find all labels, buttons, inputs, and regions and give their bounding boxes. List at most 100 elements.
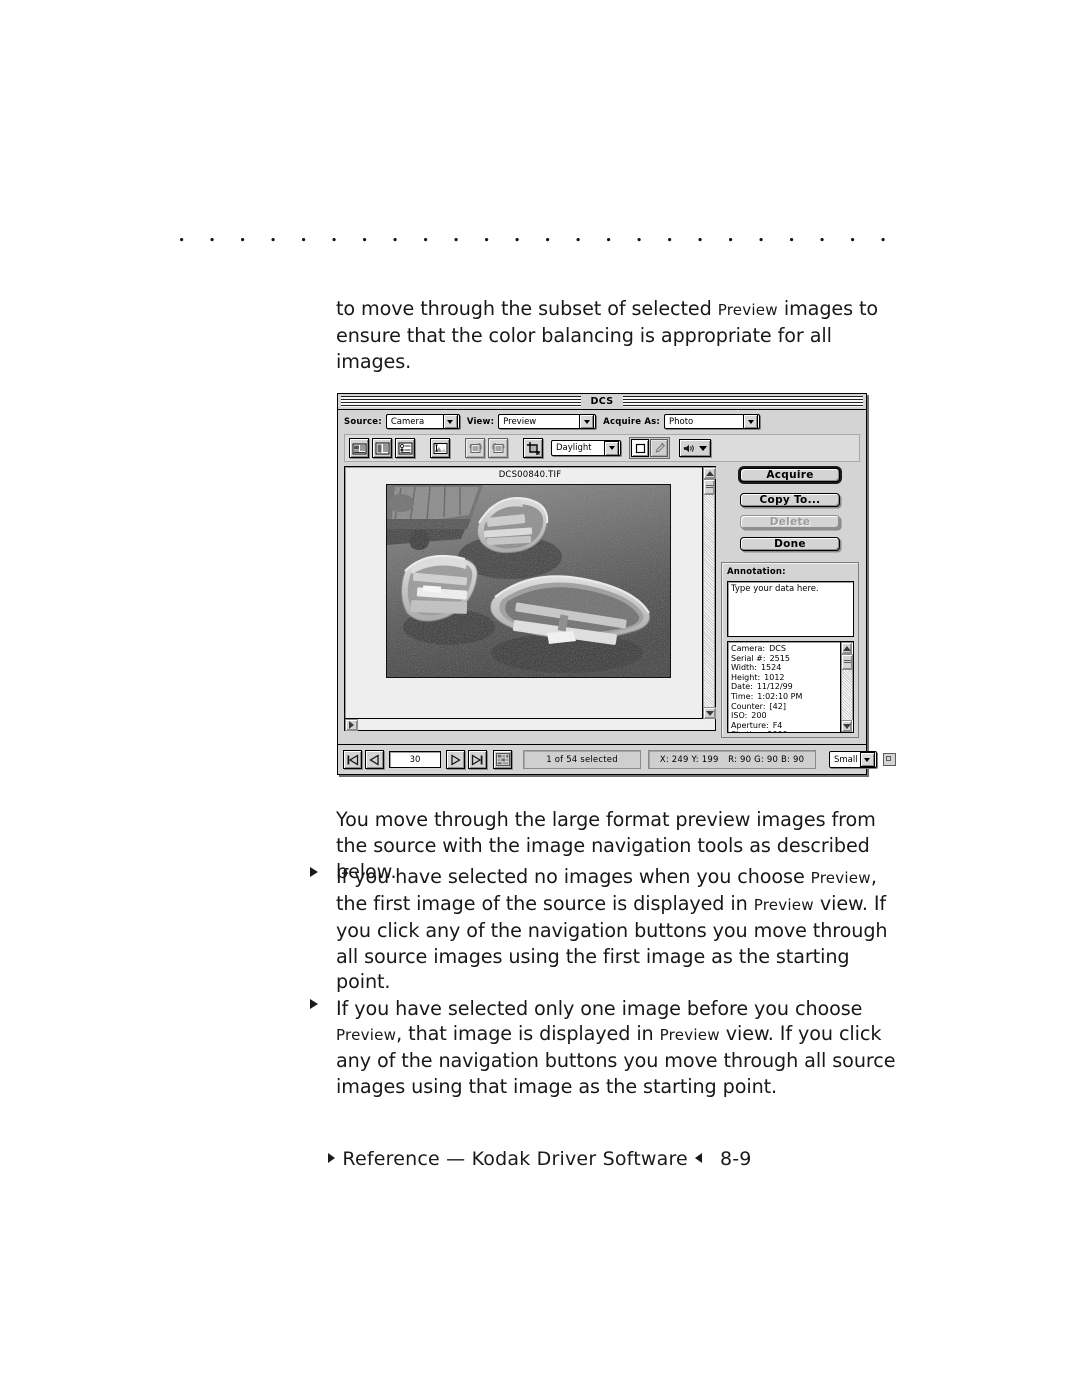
metadata-key: Width: [731,663,757,673]
smallcaps-preview: Preview [810,869,871,887]
dialog-popup-row: Source: Camera View: Preview Acquire As:… [338,410,866,429]
bullet-list: If you have selected no images when you … [306,864,906,1101]
vertical-scroll-thumb[interactable] [703,479,715,495]
metadata-row: Aperture: F4 [731,721,840,731]
metadata-value: DCS [769,644,786,653]
view-value: Preview [503,416,537,427]
triangle-left-icon [694,1153,702,1163]
preferences-icon[interactable] [395,438,415,458]
view-select[interactable]: Preview [498,414,597,429]
dialog-toolbar: Daylight [344,434,860,462]
acquire-as-value: Photo [669,416,694,427]
scroll-right-icon[interactable] [345,719,358,731]
metadata-key: Date: [731,682,753,692]
smallcaps-preview: Preview [659,1026,720,1045]
dotted-rule-decoration [180,238,896,242]
camera-settings-icon[interactable] [349,438,369,458]
dialog-title: DCS [581,396,623,407]
metadata-row: Width: 1524 [731,663,840,673]
crop-icon[interactable] [523,438,543,458]
source-value: Camera [390,416,425,427]
metadata-value: [42] [769,701,786,711]
eyedropper-icon[interactable] [650,439,668,457]
size-select[interactable]: Small [829,751,877,768]
white-balance-select[interactable]: Daylight [551,440,621,456]
scroll-down-icon[interactable] [841,720,852,732]
next-image-button[interactable] [446,750,465,769]
metadata-scrollbar[interactable] [840,642,853,732]
preview-photo[interactable] [386,484,671,678]
metadata-row: Date: 11/12/99 [731,682,840,692]
white-square-icon[interactable] [631,439,649,457]
copy-to-button[interactable]: Copy To... [740,493,840,507]
done-button[interactable]: Done [740,537,840,551]
pixel-readout: X: 249 Y: 199 R: 90 G: 90 B: 90 [648,750,816,769]
white-balance-value: Daylight [556,443,592,453]
metadata-key: Aperture: [731,720,769,730]
page-footer: Reference — Kodak Driver Software 8-9 [0,1148,1080,1170]
page-number: 8-9 [719,1148,752,1170]
size-value: Small [834,754,858,765]
metadata-value: 1012 [764,672,785,682]
metadata-key: Height: [731,672,761,682]
triangle-bullet-icon [310,867,318,877]
scroll-up-icon[interactable] [703,467,716,479]
dcs-dialog-window: DCS Source: Camera View: Preview Acquire… [337,393,896,775]
sound-button[interactable] [679,439,711,457]
annotation-input[interactable]: Type your data here. [727,581,854,637]
metadata-row: Shutter: 2000 [731,730,840,732]
image-list-icon[interactable] [372,438,392,458]
coordinates-readout: X: 249 Y: 199 [659,754,719,765]
bullet-item: If you have selected only one image befo… [306,996,906,1099]
metadata-list: Camera: DCS Serial #: 2515 Width: 1524 Heig… [728,642,840,732]
metadata-row: Height: 1012 [731,673,840,683]
metadata-key: Counter: [731,701,766,711]
scroll-up-icon[interactable] [841,642,852,654]
source-select[interactable]: Camera [385,414,460,429]
metadata-value: 200 [751,711,767,721]
acquire-as-select[interactable]: Photo [664,414,760,429]
rotate-right-icon[interactable] [488,438,508,458]
image-number-input[interactable]: 30 [389,751,441,768]
metadata-value: 2000 [767,730,787,732]
previous-image-button[interactable] [365,750,384,769]
first-image-button[interactable] [343,750,362,769]
intro-text-pre: to move through the subset of selected [336,297,718,320]
bullet-text-2: , that image is displayed in [396,1022,660,1046]
metadata-key: Time: [731,691,754,701]
preview-vertical-scrollbar[interactable] [702,467,716,719]
bullet-item: If you have selected no images when you … [306,864,906,994]
dialog-titlebar[interactable]: DCS [338,394,866,410]
preview-horizontal-scrollbar[interactable] [345,718,702,731]
speaker-icon [683,444,694,452]
chevron-down-icon [699,445,707,451]
thumbnail-view-icon[interactable] [493,750,512,769]
window-resize-handle[interactable] [882,753,896,766]
manual-page: to move through the subset of selected P… [0,0,1080,1397]
metadata-key: Camera: [731,644,766,653]
metadata-value: 2515 [769,653,790,663]
rotate-left-icon[interactable] [465,438,485,458]
info-overlay-icon[interactable] [430,438,450,458]
annotation-panel: Annotation: Type your data here. Camera:… [721,562,859,738]
metadata-value: 1:02:10 PM [757,691,803,701]
dialog-main-area: DCS00840.TIF Acquire Copy To... Delete D… [344,466,861,738]
metadata-scroll-thumb[interactable] [841,654,853,670]
vertical-scroll-track[interactable] [703,495,715,707]
metadata-row: Camera: DCS [731,644,840,654]
selection-status: 1 of 54 selected [523,750,641,769]
bullet-text-1: If you have selected no images when you … [336,865,811,888]
scroll-down-icon[interactable] [703,707,716,719]
triangle-bullet-icon [310,999,318,1010]
preview-pane[interactable]: DCS00840.TIF [344,466,716,731]
bullet-text-1: If you have selected only one image befo… [336,997,863,1021]
chevron-down-icon [743,414,758,429]
acquire-button[interactable]: Acquire [740,468,840,482]
metadata-row: ISO: 200 [731,711,840,721]
smallcaps-preview: Preview [336,1026,397,1045]
rgb-readout: R: 90 G: 90 B: 90 [728,754,805,765]
metadata-scroll-track[interactable] [841,670,853,720]
last-image-button[interactable] [468,750,487,769]
intro-paragraph: to move through the subset of selected P… [336,296,896,375]
preview-filename: DCS00840.TIF [498,470,562,480]
